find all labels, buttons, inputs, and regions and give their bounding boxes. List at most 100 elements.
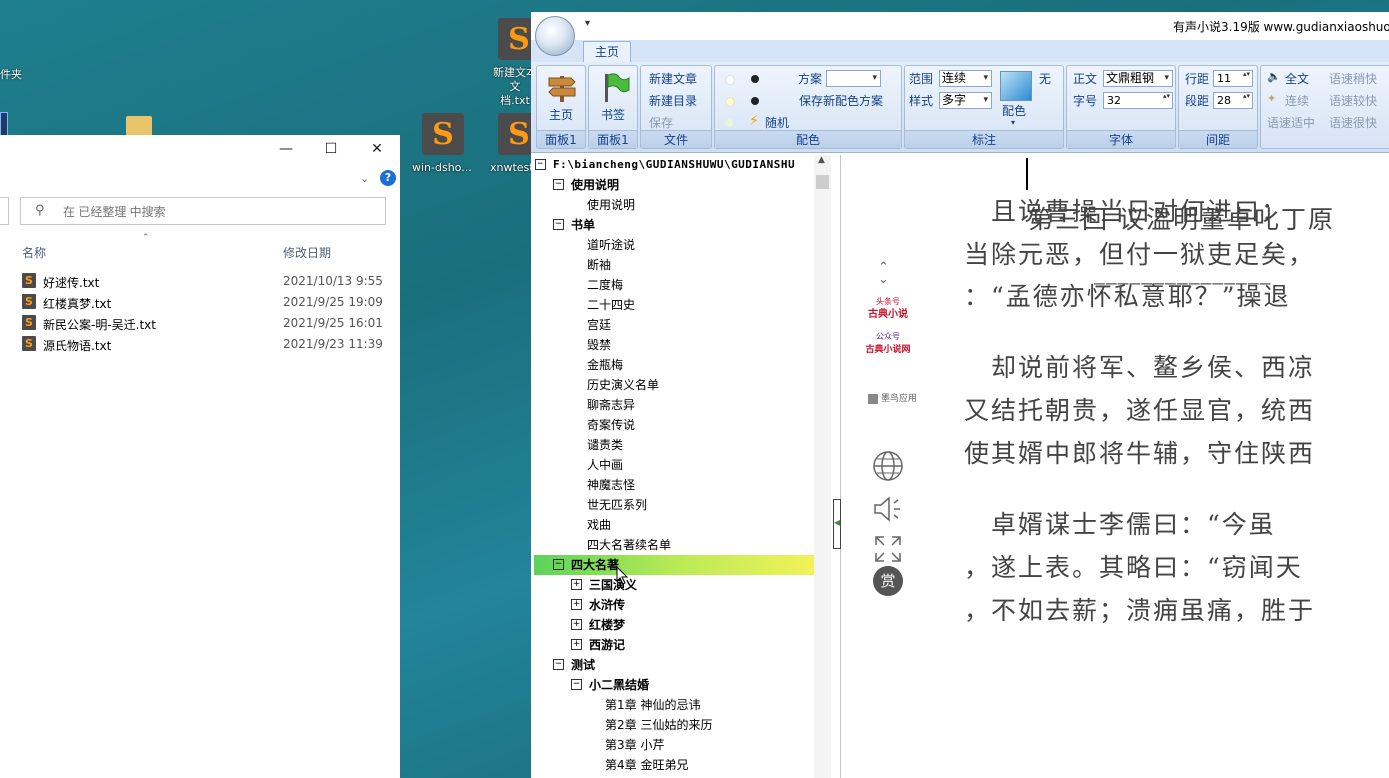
color-swatch-green[interactable]	[725, 119, 733, 127]
expand-icon[interactable]: +	[571, 599, 582, 610]
tree-node[interactable]: 人中画	[587, 455, 623, 475]
desktop-icon-label-windsho[interactable]: win-dsho...	[412, 161, 472, 174]
tab-home[interactable]: 主页	[583, 41, 631, 63]
application-menu-button[interactable]	[535, 16, 575, 56]
search-box[interactable]: ⚲	[20, 197, 386, 225]
collapse-expand-icon[interactable]: ⌃ ⌄	[878, 261, 889, 286]
save-button[interactable]: 保存	[649, 114, 673, 131]
color-swatch-dark[interactable]	[751, 75, 759, 83]
read-full-button[interactable]: 全文	[1285, 70, 1309, 87]
tree-node[interactable]: 使用说明	[587, 195, 635, 215]
mark-none-button[interactable]: 无	[1039, 70, 1051, 87]
rate-medium-button[interactable]: 语速适中	[1267, 114, 1315, 131]
tree-node[interactable]: 毁禁	[587, 335, 611, 355]
chevron-down-icon[interactable]: ⌄	[360, 172, 369, 185]
tree-node[interactable]: 第3章 小芹	[605, 735, 664, 755]
collapse-icon[interactable]: −	[571, 679, 582, 690]
rate-fast-button[interactable]: 语速很快	[1329, 114, 1377, 131]
collapse-icon[interactable]: −	[535, 158, 546, 170]
tree-node[interactable]: − 四大名著	[553, 555, 619, 575]
tree-node[interactable]: + 红楼梦	[571, 615, 625, 635]
tree-node[interactable]: 二十四史	[587, 295, 635, 315]
minimize-button[interactable]: —	[271, 141, 301, 157]
panel-splitter[interactable]: ◀	[833, 499, 841, 549]
tree-node[interactable]: 第4章 金旺弟兄	[605, 755, 688, 775]
line-spacing-spinner[interactable]: 11	[1213, 70, 1253, 87]
tree-node[interactable]: − 书单	[553, 215, 595, 235]
color-swatch-light[interactable]	[725, 75, 735, 85]
tree-node[interactable]: − 小二黑结婚	[571, 675, 649, 695]
tree-node[interactable]: 神魔志怪	[587, 475, 635, 495]
desktop-icon-label-xnwtest[interactable]: xnwtest	[490, 161, 534, 174]
maximize-button[interactable]: ☐	[316, 141, 346, 157]
color-swatch-yellow[interactable]	[725, 97, 735, 107]
tree-node[interactable]: 聊斋志异	[587, 395, 635, 415]
tree-node[interactable]: 历史演义名单	[587, 375, 659, 395]
close-button[interactable]: ✕	[362, 141, 392, 157]
collapse-icon[interactable]: −	[553, 659, 564, 670]
tree-node[interactable]: + 西游记	[571, 635, 625, 655]
tree-node[interactable]: 四大名著续名单	[587, 535, 671, 555]
expand-icon[interactable]: +	[571, 579, 582, 590]
tree-node[interactable]: 世无匹系列	[587, 495, 647, 515]
style-select[interactable]: 多字	[939, 92, 992, 109]
file-row[interactable]: S 源氏物语.txt 2021/9/23 11:39	[22, 334, 392, 354]
font-select[interactable]: 文鼎粗钢	[1103, 70, 1173, 87]
scroll-thumb[interactable]	[816, 175, 829, 189]
new-directory-button[interactable]: 新建目录	[649, 92, 697, 109]
home-button[interactable]: 主页	[549, 106, 573, 123]
fullscreen-icon[interactable]	[873, 534, 903, 564]
column-header-name[interactable]: 名称	[22, 244, 46, 261]
save-color-scheme-button[interactable]: 保存新配色方案	[799, 92, 883, 109]
expand-icon[interactable]: +	[571, 619, 582, 630]
scroll-up-icon[interactable]: ▲	[818, 155, 825, 165]
tree-node[interactable]: 道听途说	[587, 235, 635, 255]
tree-node[interactable]: 宫廷	[587, 315, 611, 335]
tree-node[interactable]: − 使用说明	[553, 175, 619, 195]
tree-node[interactable]: 谴责类	[587, 435, 623, 455]
read-continuous-button[interactable]: 连续	[1285, 92, 1309, 109]
globe-icon[interactable]	[872, 450, 904, 482]
file-row[interactable]: S 新民公案-明-吴迁.txt 2021/9/25 16:01	[22, 313, 392, 333]
address-bar-edge[interactable]	[0, 197, 9, 225]
para-spacing-spinner[interactable]: 28	[1213, 92, 1253, 109]
desktop-folder-icon[interactable]	[126, 116, 152, 136]
desktop-sublime-file-icon[interactable]: S	[422, 113, 464, 155]
tree-node[interactable]: 二度梅	[587, 275, 623, 295]
file-row[interactable]: S 红楼真梦.txt 2021/9/25 19:09	[22, 292, 392, 312]
tree-root[interactable]: − F:\biancheng\GUDIANSHUWU\GUDIANSHU	[535, 155, 795, 175]
collapse-icon[interactable]: −	[553, 179, 564, 190]
range-select[interactable]: 连续	[939, 70, 992, 87]
random-button[interactable]: 随机	[765, 114, 789, 131]
rate-faster-button[interactable]: 语速较快	[1329, 92, 1377, 109]
tree-node[interactable]: + 水浒传	[571, 595, 625, 615]
reader-pane[interactable]: 第三回 议温明董卓叱丁原 ——————————————— 且说曹操当日对何进曰：…	[842, 155, 1389, 778]
speaker-icon[interactable]	[872, 495, 904, 523]
tree-node[interactable]: 第2章 三仙姑的来历	[605, 715, 712, 735]
tree-node[interactable]: 第1章 神仙的忌讳	[605, 695, 700, 715]
tree-node[interactable]: 金瓶梅	[587, 355, 623, 375]
color-palette-icon[interactable]	[1000, 71, 1032, 101]
tree-node[interactable]: 戏曲	[587, 515, 611, 535]
scheme-select[interactable]	[826, 70, 881, 87]
new-article-button[interactable]: 新建文章	[649, 70, 697, 87]
collapse-icon[interactable]: −	[553, 219, 564, 230]
tree-node[interactable]: − 测试	[553, 655, 595, 675]
quick-access-toolbar[interactable]: ▾	[585, 18, 590, 29]
mark-color-button[interactable]: 配色	[1002, 102, 1026, 119]
tree-node[interactable]: 断袖	[587, 255, 611, 275]
file-row[interactable]: S 好逑传.txt 2021/10/13 9:55	[22, 271, 392, 291]
font-size-spinner[interactable]: 32	[1103, 92, 1173, 109]
search-input[interactable]	[61, 201, 365, 223]
chevron-down-icon[interactable]: ▾	[1011, 118, 1015, 127]
bookmark-button[interactable]: 书签	[601, 106, 625, 123]
column-header-date[interactable]: 修改日期	[283, 244, 331, 261]
color-swatch-dark[interactable]	[751, 97, 759, 105]
help-icon[interactable]: ?	[380, 170, 396, 186]
tree-node[interactable]: 奇案传说	[587, 415, 635, 435]
tree-scrollbar[interactable]: ▲	[814, 155, 831, 778]
rate-slightly-fast-button[interactable]: 语速稍快	[1329, 70, 1377, 87]
expand-icon[interactable]: +	[571, 639, 582, 650]
reward-button[interactable]: 赏	[873, 566, 903, 596]
collapse-icon[interactable]: −	[553, 559, 564, 570]
